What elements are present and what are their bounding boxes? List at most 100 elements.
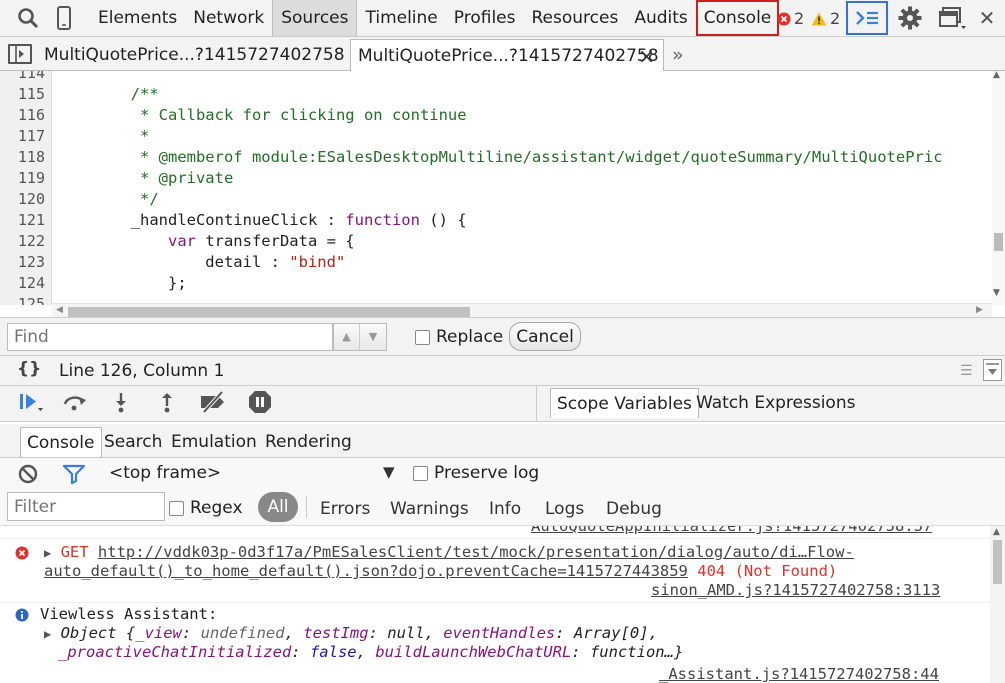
frame-selector[interactable]: <top frame> bbox=[109, 463, 221, 483]
level-debug-button[interactable]: Debug bbox=[606, 499, 662, 519]
scroll-thumb[interactable] bbox=[994, 233, 1003, 251]
line-number[interactable]: 124 bbox=[0, 273, 51, 294]
drawer-tab-emulation[interactable]: Emulation bbox=[171, 427, 257, 457]
file-tab-1[interactable]: MultiQuotePrice...?1415727402758 bbox=[44, 39, 346, 71]
more-tabs-icon[interactable]: » bbox=[672, 39, 684, 71]
tab-console[interactable]: Console bbox=[695, 0, 780, 36]
error-status: 404 (Not Found) bbox=[697, 562, 838, 580]
line-number[interactable]: 119 bbox=[0, 168, 51, 189]
level-info-button[interactable]: Info bbox=[489, 499, 521, 519]
line-number[interactable]: 118 bbox=[0, 147, 51, 168]
preserve-log-toggle[interactable]: Preserve log bbox=[413, 463, 539, 483]
console-scrollbar[interactable]: ▲ bbox=[990, 526, 1005, 683]
pretty-print-icon[interactable]: {} bbox=[17, 359, 41, 379]
cancel-button[interactable]: Cancel bbox=[509, 322, 581, 351]
find-next-icon[interactable]: ▼ bbox=[360, 324, 386, 350]
scroll-up-icon[interactable]: ▲ bbox=[993, 527, 1000, 537]
level-errors-button[interactable]: Errors bbox=[320, 499, 370, 519]
tab-profiles[interactable]: Profiles bbox=[446, 0, 524, 36]
regex-toggle[interactable]: Regex bbox=[169, 498, 243, 518]
close-tab-icon[interactable]: × bbox=[638, 40, 655, 72]
line-number[interactable]: 121 bbox=[0, 210, 51, 231]
code-editor[interactable]: 114 115 116 117 118 119 120 121 122 123 … bbox=[0, 70, 1005, 319]
dock-icon[interactable] bbox=[938, 0, 968, 36]
tab-elements[interactable]: Elements bbox=[90, 0, 185, 36]
scroll-right-icon[interactable]: ▶ bbox=[976, 305, 983, 315]
filter-icon[interactable] bbox=[62, 464, 86, 489]
find-prev-icon[interactable]: ▲ bbox=[334, 324, 360, 350]
code-token: detail : bbox=[56, 253, 290, 271]
level-all-button[interactable]: All bbox=[258, 492, 298, 522]
drawer-tab-console[interactable]: Console bbox=[20, 427, 102, 457]
error-counter[interactable]: 2 bbox=[777, 9, 804, 28]
device-mode-icon[interactable] bbox=[52, 0, 76, 36]
file-tab-2-active[interactable]: MultiQuotePrice...?1415727402758 × bbox=[350, 39, 664, 71]
tab-audits[interactable]: Audits bbox=[626, 0, 695, 36]
console-toolbar: <top frame> ▼ Preserve log bbox=[0, 458, 1005, 490]
tab-sources[interactable]: Sources bbox=[272, 0, 358, 36]
gear-icon[interactable] bbox=[896, 0, 924, 36]
tab-resources[interactable]: Resources bbox=[524, 0, 627, 36]
line-number[interactable]: 115 bbox=[0, 84, 51, 105]
preserve-log-checkbox[interactable] bbox=[413, 465, 428, 481]
message-source-link[interactable]: sinon_AMD.js?1415727402758:3113 bbox=[651, 581, 940, 599]
tab-scope-variables[interactable]: Scope Variables bbox=[550, 388, 699, 418]
resume-icon[interactable] bbox=[12, 386, 48, 418]
find-input[interactable] bbox=[7, 323, 333, 351]
show-drawer-icon[interactable] bbox=[846, 1, 888, 35]
line-number[interactable]: 120 bbox=[0, 189, 51, 210]
tab-watch-expressions[interactable]: Watch Expressions bbox=[690, 388, 861, 418]
line-number-gutter: 114 115 116 117 118 119 120 121 122 123 … bbox=[0, 71, 52, 305]
expand-arrow-icon[interactable]: ▶ bbox=[44, 546, 51, 560]
replace-checkbox[interactable] bbox=[415, 329, 430, 345]
warning-counter[interactable]: 2 bbox=[811, 9, 840, 28]
line-number[interactable]: 125 bbox=[0, 294, 51, 305]
regex-checkbox[interactable] bbox=[169, 500, 184, 516]
drawer-tab-search[interactable]: Search bbox=[104, 427, 162, 457]
code-lines[interactable]: /** * Callback for clicking on continue … bbox=[56, 71, 991, 305]
cursor-position: Line 126, Column 1 bbox=[59, 361, 225, 381]
line-number[interactable]: 123 bbox=[0, 252, 51, 273]
toggle-debugger-sidebar-icon[interactable]: ☰ bbox=[960, 363, 973, 379]
error-url-link-cont[interactable]: auto_default()_to_home_default().json?do… bbox=[44, 562, 688, 580]
deactivate-breakpoints-icon[interactable] bbox=[196, 386, 230, 418]
dock-sidebar-icon[interactable] bbox=[983, 359, 1002, 381]
clear-console-icon[interactable] bbox=[18, 464, 38, 489]
code-line: var transferData = { bbox=[56, 231, 991, 252]
tab-timeline[interactable]: Timeline bbox=[357, 0, 445, 36]
scroll-thumb[interactable] bbox=[993, 540, 1002, 584]
step-into-icon[interactable] bbox=[108, 386, 134, 418]
filter-input[interactable] bbox=[7, 492, 165, 521]
drawer-tab-rendering[interactable]: Rendering bbox=[265, 427, 352, 457]
source-status-bar: {} Line 126, Column 1 ☰ bbox=[0, 355, 1005, 386]
code-vertical-scrollbar[interactable]: ▲ ▼ bbox=[992, 70, 1005, 305]
line-number[interactable]: 114 bbox=[0, 71, 51, 84]
scroll-thumb[interactable] bbox=[68, 307, 470, 317]
error-url-link[interactable]: http://vddk03p-0d3f17a/PmESalesClient/te… bbox=[98, 543, 854, 561]
scroll-up-icon[interactable]: ▲ bbox=[993, 70, 1000, 80]
expand-arrow-icon[interactable]: ▶ bbox=[44, 627, 51, 641]
object-label: Object { bbox=[60, 624, 136, 642]
line-number[interactable]: 117 bbox=[0, 126, 51, 147]
scroll-down-icon[interactable]: ▼ bbox=[993, 288, 1000, 298]
message-source-link[interactable]: _Assistant.js?1415727402758:44 bbox=[659, 665, 939, 683]
code-line: */ bbox=[56, 190, 159, 208]
level-logs-button[interactable]: Logs bbox=[545, 499, 584, 519]
pause-on-exceptions-icon[interactable] bbox=[246, 386, 274, 418]
level-warnings-button[interactable]: Warnings bbox=[390, 499, 469, 519]
scroll-left-icon[interactable]: ◀ bbox=[56, 305, 63, 315]
search-icon[interactable] bbox=[14, 0, 42, 36]
close-icon[interactable]: ✕ bbox=[976, 0, 998, 36]
line-number[interactable]: 122 bbox=[0, 231, 51, 252]
frame-dropdown-icon[interactable]: ▼ bbox=[383, 463, 395, 481]
code-keyword: var bbox=[167, 232, 196, 250]
line-number[interactable]: 116 bbox=[0, 105, 51, 126]
step-out-icon[interactable] bbox=[154, 386, 180, 418]
object-preview-line-2[interactable]: _proactiveChatInitialized: false, buildL… bbox=[58, 643, 683, 661]
step-over-icon[interactable] bbox=[58, 386, 92, 418]
replace-toggle[interactable]: Replace bbox=[415, 327, 503, 347]
message-source-link[interactable]: AutoQuoteAppInitializer.js?1415727402758… bbox=[531, 526, 932, 535]
navigator-toggle-icon[interactable] bbox=[8, 44, 32, 64]
object-preview-line-1[interactable]: ▶ Object {_view: undefined, testImg: nul… bbox=[44, 624, 658, 642]
tab-network[interactable]: Network bbox=[185, 0, 272, 36]
